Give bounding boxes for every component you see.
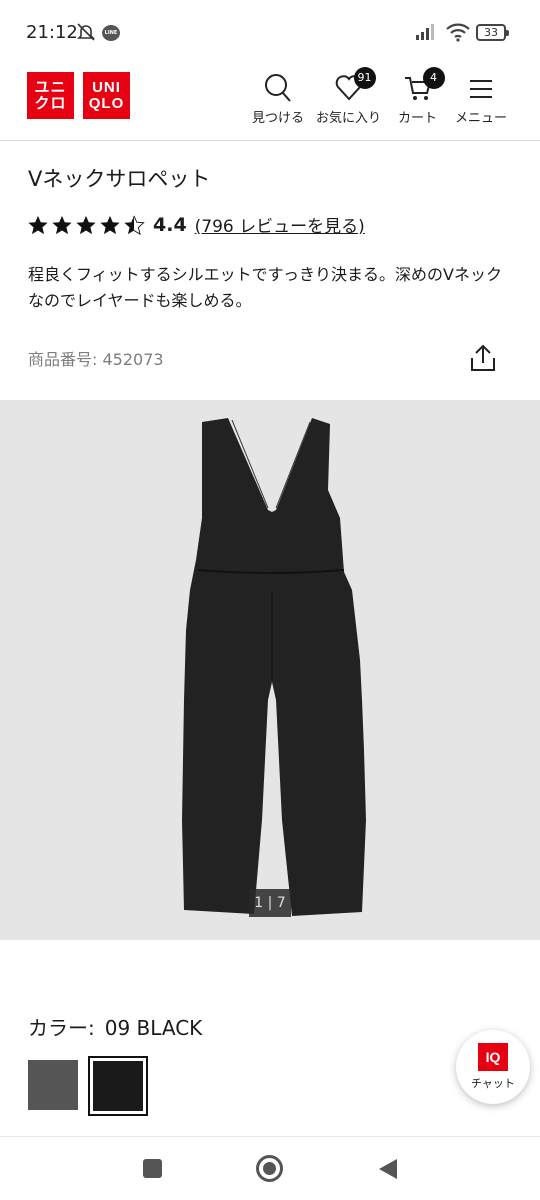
chat-label: チャット	[471, 1077, 515, 1090]
color-label: カラー: 09 BLACK	[28, 1016, 203, 1040]
color-swatch-black[interactable]	[88, 1056, 148, 1116]
reviews-link[interactable]: (796 レビューを見る)	[195, 212, 365, 237]
nav-menu[interactable]: メニュー	[455, 72, 507, 126]
bell-off-icon	[76, 22, 96, 46]
star-half-icon	[124, 215, 145, 235]
cart-badge: 4	[422, 67, 445, 89]
star-icon	[100, 215, 120, 234]
product-description: 程良くフィットするシルエットですっきり決まる。深めのVネックなのでレイヤードも楽…	[28, 265, 502, 310]
back-button[interactable]	[377, 1157, 399, 1185]
product-number: 商品番号: 452073	[28, 350, 164, 369]
site-header: ユニ クロ UNI QLO 見つける 91 お気に入り 4 カート メニュー	[0, 64, 540, 141]
uniqlo-logo[interactable]: ユニ クロ UNI QLO	[27, 72, 130, 119]
rating-stars	[27, 214, 145, 236]
nav-search[interactable]: 見つける	[252, 72, 304, 126]
wifi-icon	[446, 22, 470, 46]
product-image[interactable]: 1 | 7	[0, 400, 540, 940]
rating-score: 4.4	[153, 213, 187, 236]
gallery-counter: 1 | 7	[249, 889, 291, 917]
product-rating: 4.4 (796 レビューを見る)	[27, 212, 365, 237]
recents-button[interactable]	[143, 1159, 162, 1178]
battery-indicator: 33	[476, 24, 509, 41]
star-icon	[76, 215, 96, 234]
favorites-badge: 91	[353, 67, 376, 89]
logo-latin: UNI QLO	[83, 72, 130, 119]
status-time: 21:12	[26, 22, 78, 43]
share-icon[interactable]	[470, 344, 496, 376]
logo-katakana: ユニ クロ	[27, 72, 74, 119]
heart-icon: 91	[334, 67, 376, 106]
hamburger-icon	[466, 72, 496, 106]
color-swatch-gray[interactable]	[28, 1060, 78, 1110]
chat-button[interactable]: IQ チャット	[456, 1030, 530, 1104]
product-title: Vネックサロペット	[28, 167, 211, 191]
search-icon	[263, 72, 293, 106]
selected-color: 09 BLACK	[104, 1016, 203, 1040]
system-nav-bar	[0, 1136, 540, 1200]
star-icon	[28, 215, 48, 234]
status-bar: 21:12 LINE 33	[0, 0, 540, 64]
iq-logo: IQ	[478, 1043, 508, 1071]
home-button[interactable]	[256, 1155, 283, 1182]
cart-icon: 4	[403, 67, 445, 106]
nav-cart[interactable]: 4 カート	[398, 67, 445, 126]
jumpsuit-image	[182, 418, 366, 916]
star-icon	[52, 215, 72, 234]
signal-icon	[416, 24, 438, 44]
nav-favorites[interactable]: 91 お気に入り	[316, 67, 381, 126]
line-app-icon: LINE	[102, 25, 120, 41]
